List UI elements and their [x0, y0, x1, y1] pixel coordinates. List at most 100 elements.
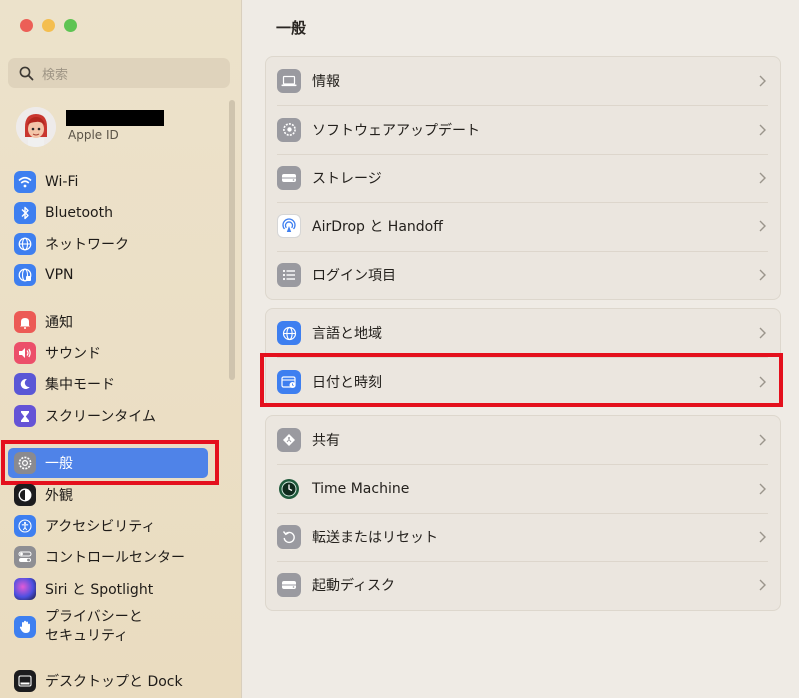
search-icon: [16, 63, 36, 83]
page-title: 一般: [276, 19, 307, 37]
sidebar-item-focus[interactable]: 集中モード: [14, 369, 226, 399]
apple-id-profile[interactable]: Apple ID: [16, 104, 226, 150]
globe-icon: [277, 321, 301, 346]
sidebar-item-label: 集中モード: [45, 377, 115, 393]
window-controls: [20, 19, 77, 32]
chevron-right-icon: [759, 269, 766, 281]
bell-icon: [14, 311, 36, 333]
sidebar-item-accessibility[interactable]: アクセシビリティ: [14, 511, 226, 541]
chevron-right-icon: [759, 434, 766, 446]
sidebar-item-screen-time[interactable]: スクリーンタイム: [14, 401, 226, 431]
apple-id-label: Apple ID: [68, 128, 119, 142]
sidebar-item-label: サウンド: [45, 346, 101, 362]
siri-icon: [14, 578, 36, 600]
sidebar-item-label: ネットワーク: [45, 237, 129, 253]
sidebar-item-label: デスクトップと Dock: [45, 674, 183, 690]
row-label: 転送またはリセット: [312, 529, 438, 546]
sharing-icon: [277, 428, 301, 453]
sidebar-item-label: Wi-Fi: [45, 174, 79, 190]
sidebar-scrollbar[interactable]: [229, 100, 235, 380]
sidebar-item-siri-spotlight[interactable]: Siri と Spotlight: [14, 574, 226, 604]
chevron-right-icon: [759, 483, 766, 495]
row-software-update[interactable]: ソフトウェアアップデート: [266, 105, 780, 153]
highlight-box-date-time: [260, 353, 783, 407]
zoom-window-button[interactable]: [64, 19, 77, 32]
row-language-region[interactable]: 言語と地域: [266, 309, 780, 357]
row-label: 共有: [312, 433, 340, 450]
chevron-right-icon: [759, 172, 766, 184]
sidebar-item-privacy-security[interactable]: プライバシーと セキュリティ: [14, 605, 226, 649]
sidebar-item-sound[interactable]: サウンド: [14, 338, 226, 368]
chevron-right-icon: [759, 579, 766, 591]
row-label: 言語と地域: [312, 326, 382, 343]
row-transfer-reset[interactable]: 転送またはリセット: [266, 512, 780, 561]
chevron-right-icon: [759, 124, 766, 136]
row-storage[interactable]: ストレージ: [266, 153, 780, 202]
reset-arrow-icon: [277, 524, 301, 549]
row-airdrop-handoff[interactable]: AirDrop と Handoff: [266, 202, 780, 250]
search-input[interactable]: 検索: [8, 58, 230, 88]
row-sharing[interactable]: 共有: [266, 416, 780, 464]
row-label: ログイン項目: [312, 267, 396, 284]
sidebar-item-network[interactable]: ネットワーク: [14, 229, 226, 259]
sidebar-item-label: Siri と Spotlight: [45, 582, 154, 598]
wifi-icon: [14, 171, 36, 193]
vpn-globe-icon: [14, 264, 36, 286]
chevron-right-icon: [759, 531, 766, 543]
sidebar-item-vpn[interactable]: VPN: [14, 260, 226, 290]
row-label: ストレージ: [312, 170, 382, 187]
minimize-window-button[interactable]: [42, 19, 55, 32]
moon-icon: [14, 373, 36, 395]
accessibility-icon: [14, 515, 36, 537]
dock-icon: [14, 670, 36, 692]
row-label: 起動ディスク: [312, 578, 396, 595]
bluetooth-icon: [14, 202, 36, 224]
list-icon: [277, 262, 301, 287]
drive-icon: [277, 165, 301, 190]
settings-group-3: 共有 Time Machine 転送またはリセット 起動ディスク: [265, 415, 781, 611]
row-login-items[interactable]: ログイン項目: [266, 250, 780, 299]
speaker-icon: [14, 342, 36, 364]
sidebar-item-desktop-dock[interactable]: デスクトップと Dock: [14, 666, 226, 696]
sidebar-item-notifications[interactable]: 通知: [14, 307, 226, 337]
chevron-right-icon: [759, 220, 766, 232]
time-machine-icon: [277, 477, 301, 501]
row-label: Time Machine: [312, 480, 410, 497]
sidebar-item-wifi[interactable]: Wi-Fi: [14, 167, 226, 197]
laptop-icon: [277, 69, 301, 94]
update-gear-icon: [277, 117, 301, 142]
settings-group-1: 情報 ソフトウェアアップデート ストレージ AirDrop と Handoff: [265, 56, 781, 300]
sidebar-item-label: プライバシーと セキュリティ: [45, 609, 143, 644]
sidebar-item-label: スクリーンタイム: [45, 409, 157, 425]
sidebar-item-label: 外観: [45, 488, 73, 504]
hourglass-icon: [14, 405, 36, 427]
disk-icon: [277, 573, 301, 598]
sidebar-item-label: VPN: [45, 267, 74, 283]
sidebar-item-appearance[interactable]: 外観: [14, 480, 226, 510]
chevron-right-icon: [759, 327, 766, 339]
search-placeholder: 検索: [42, 67, 69, 83]
close-window-button[interactable]: [20, 19, 33, 32]
sidebar: 検索 Apple ID Wi-Fi Bluetooth ネットワーク VPN 通…: [0, 0, 242, 698]
row-label: ソフトウェアアップデート: [312, 122, 480, 139]
chevron-right-icon: [759, 75, 766, 87]
row-label: AirDrop と Handoff: [312, 219, 443, 236]
row-about[interactable]: 情報: [266, 57, 780, 105]
appearance-icon: [14, 484, 36, 506]
sidebar-item-control-center[interactable]: コントロールセンター: [14, 542, 226, 572]
globe-icon: [14, 233, 36, 255]
hand-icon: [14, 616, 36, 638]
main-panel: 一般 情報 ソフトウェアアップデート ストレージ AirDrop と Hando…: [243, 0, 799, 698]
sidebar-item-bluetooth[interactable]: Bluetooth: [14, 198, 226, 228]
sidebar-item-label: コントロールセンター: [45, 550, 185, 566]
sidebar-item-label: アクセシビリティ: [45, 519, 156, 535]
redacted-name: [66, 110, 164, 126]
sidebar-item-label: 通知: [45, 315, 73, 331]
avatar: [16, 107, 56, 147]
row-time-machine[interactable]: Time Machine: [266, 464, 780, 512]
highlight-box-general: [1, 440, 219, 485]
row-label: 情報: [312, 74, 340, 91]
row-startup-disk[interactable]: 起動ディスク: [266, 561, 780, 609]
toggles-icon: [14, 546, 36, 568]
sidebar-item-label: Bluetooth: [45, 205, 113, 221]
